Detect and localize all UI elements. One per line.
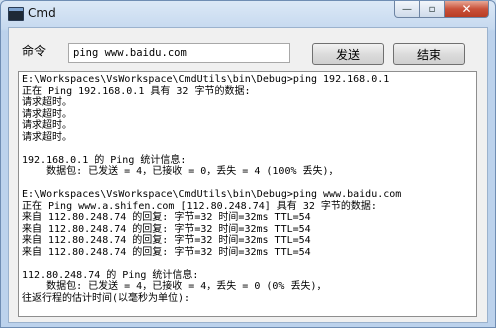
command-input[interactable] <box>68 43 290 63</box>
output-line: 来自 112.80.248.74 的回复: 字节=32 时间=32ms TTL=… <box>22 212 311 223</box>
output-line: 请求超时。 <box>22 108 72 120</box>
caption-buttons: — ▫ ✕ <box>394 1 489 19</box>
output-line: E:\Workspaces\VsWorkspace\CmdUtils\bin\D… <box>22 189 402 200</box>
title-bar[interactable]: Cmd — ▫ ✕ <box>1 1 495 27</box>
output-line: 112.80.248.74 的 Ping 统计信息: <box>22 269 199 281</box>
maximize-icon: ▫ <box>428 3 436 15</box>
output-line: E:\Workspaces\VsWorkspace\CmdUtils\bin\D… <box>22 74 390 85</box>
end-button[interactable]: 结束 <box>393 43 465 65</box>
close-icon: ✕ <box>461 2 472 16</box>
output-line: 数据包: 已发送 = 4，已接收 = 0，丢失 = 4 (100% 丢失)， <box>22 166 339 177</box>
command-label: 命令 <box>22 44 47 58</box>
output-line: 正在 Ping www.a.shifen.com [112.80.248.74]… <box>22 200 377 212</box>
output-line: 192.168.0.1 的 Ping 统计信息: <box>22 154 187 166</box>
send-button[interactable]: 发送 <box>312 43 384 65</box>
output-line: 来自 112.80.248.74 的回复: 字节=32 时间=32ms TTL=… <box>22 223 311 235</box>
console-app-icon <box>8 7 24 21</box>
output-line: 正在 Ping 192.168.0.1 具有 32 字节的数据: <box>22 85 251 97</box>
output-line: 请求超时。 <box>22 120 72 131</box>
output-line: 来自 112.80.248.74 的回复: 字节=32 时间=32ms TTL=… <box>22 235 311 246</box>
minimize-icon: — <box>402 3 412 15</box>
window-title: Cmd <box>28 6 56 20</box>
output-textbox[interactable]: E:\Workspaces\VsWorkspace\CmdUtils\bin\D… <box>18 71 477 317</box>
minimize-button[interactable]: — <box>394 1 420 18</box>
output-line: 数据包: 已发送 = 4，已接收 = 4，丢失 = 0 (0% 丢失)， <box>22 281 327 292</box>
app-window: Cmd — ▫ ✕ 命令 发送 结束 E:\Workspaces\VsWorks… <box>0 0 496 328</box>
output-line: 请求超时。 <box>22 97 72 108</box>
maximize-button[interactable]: ▫ <box>420 1 445 18</box>
output-line: 往返行程的估计时间(以毫秒为单位): <box>22 292 191 304</box>
output-line: 请求超时。 <box>22 131 72 143</box>
output-line: 来自 112.80.248.74 的回复: 字节=32 时间=32ms TTL=… <box>22 246 311 258</box>
close-button[interactable]: ✕ <box>445 1 489 18</box>
client-area: 命令 发送 结束 E:\Workspaces\VsWorkspace\CmdUt… <box>8 27 488 323</box>
